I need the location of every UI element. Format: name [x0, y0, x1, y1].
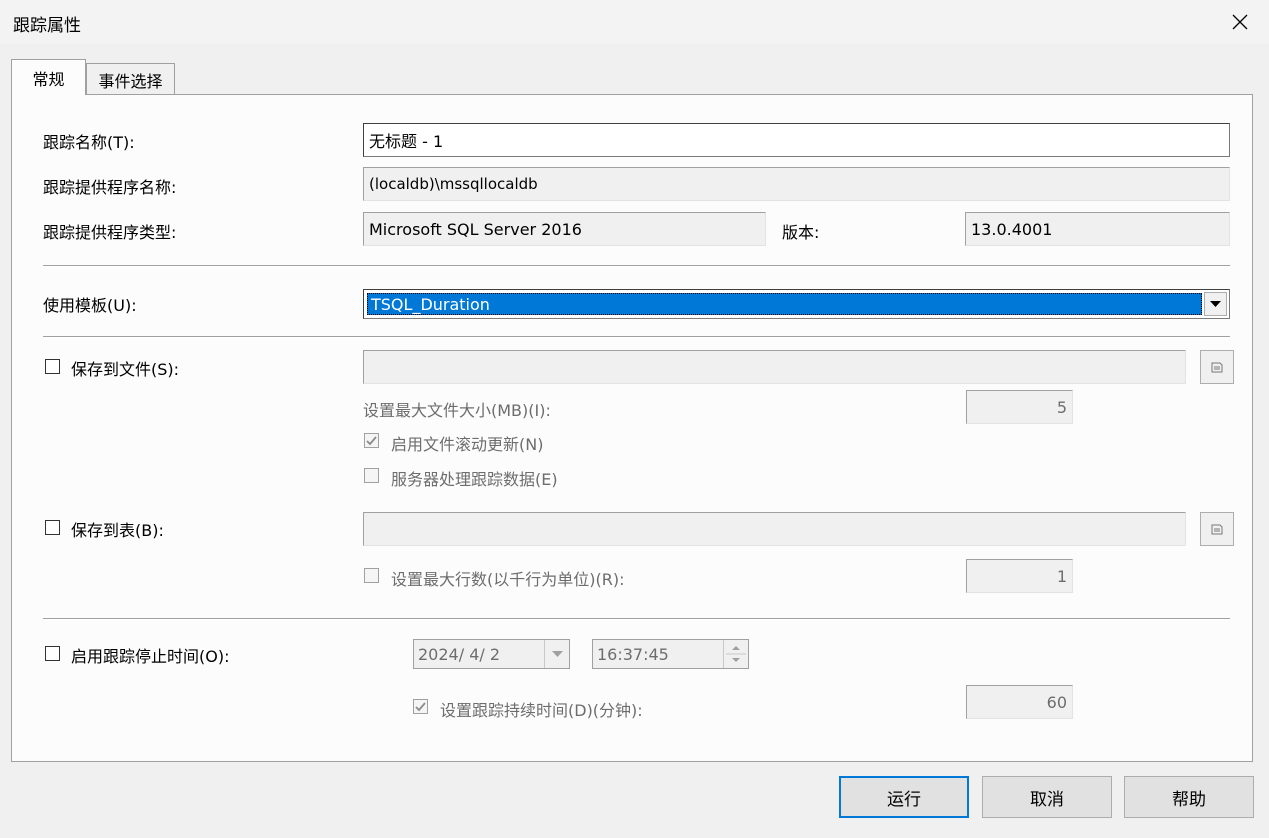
- file-rollover-label: 启用文件滚动更新(N): [391, 435, 544, 454]
- tab-general-label: 常规: [32, 69, 65, 89]
- stop-date-picker[interactable]: 2024/ 4/ 2: [413, 639, 570, 669]
- browse-table-button[interactable]: [1200, 512, 1234, 546]
- stop-time-checkbox[interactable]: [45, 646, 60, 661]
- close-icon: [1232, 14, 1248, 30]
- close-button[interactable]: [1222, 6, 1258, 38]
- save-to-file-checkbox[interactable]: [45, 359, 60, 374]
- title-bar: [0, 0, 1269, 44]
- tab-general[interactable]: 常规: [11, 59, 86, 95]
- provider-name-field: (localdb)\mssqllocaldb: [363, 167, 1230, 201]
- template-selected-value: TSQL_Duration: [367, 293, 1202, 315]
- version-field: 13.0.4001: [965, 212, 1230, 246]
- chevron-down-icon: [1210, 300, 1221, 307]
- check-icon: [366, 435, 377, 445]
- server-process-label: 服务器处理跟踪数据(E): [391, 470, 558, 489]
- server-process-checkbox[interactable]: [364, 468, 379, 483]
- tab-event-selection-label: 事件选择: [98, 71, 163, 91]
- max-rows-input[interactable]: 1: [966, 559, 1073, 593]
- tab-join: [12, 93, 85, 96]
- template-label: 使用模板(U):: [43, 296, 137, 315]
- provider-type-label: 跟踪提供程序类型:: [43, 223, 177, 242]
- save-to-table-checkbox[interactable]: [45, 520, 60, 535]
- stop-time-label: 启用跟踪停止时间(O):: [71, 647, 230, 666]
- version-label: 版本:: [782, 223, 820, 242]
- save-table-field[interactable]: [363, 512, 1186, 546]
- template-select[interactable]: TSQL_Duration: [363, 289, 1230, 319]
- save-to-file-label: 保存到文件(S):: [71, 360, 180, 379]
- check-icon: [415, 701, 426, 711]
- tab-event-selection[interactable]: 事件选择: [86, 63, 175, 95]
- duration-checkbox[interactable]: [413, 699, 428, 714]
- help-button[interactable]: 帮助: [1124, 776, 1254, 818]
- save-file-path-field[interactable]: [363, 350, 1186, 384]
- browse-file-button[interactable]: [1200, 350, 1234, 384]
- duration-label: 设置跟踪持续时间(D)(分钟):: [440, 701, 643, 720]
- browse-icon: [1211, 362, 1223, 373]
- provider-name-label: 跟踪提供程序名称:: [43, 178, 177, 197]
- run-button[interactable]: 运行: [839, 776, 969, 818]
- separator: [43, 265, 1230, 267]
- spin-up-down-icon: [726, 646, 746, 662]
- trace-name-label: 跟踪名称(T):: [43, 133, 135, 152]
- chevron-down-icon: [551, 650, 563, 657]
- provider-type-field: Microsoft SQL Server 2016: [363, 212, 766, 246]
- window-title: 跟踪属性: [13, 16, 81, 36]
- separator: [43, 618, 1230, 620]
- separator: [43, 336, 1230, 338]
- browse-icon: [1211, 524, 1223, 535]
- max-file-size-label: 设置最大文件大小(MB)(I):: [363, 401, 551, 420]
- stop-time-picker[interactable]: 16:37:45: [592, 639, 749, 669]
- cancel-button[interactable]: 取消: [982, 776, 1112, 818]
- max-rows-checkbox[interactable]: [364, 568, 379, 583]
- save-to-table-label: 保存到表(B):: [71, 521, 164, 540]
- stop-time-value: 16:37:45: [597, 644, 669, 664]
- template-dropdown-button[interactable]: [1204, 292, 1227, 316]
- max-rows-label: 设置最大行数(以千行为单位)(R):: [391, 570, 625, 589]
- duration-input[interactable]: 60: [966, 685, 1073, 719]
- max-file-size-input[interactable]: 5: [966, 390, 1073, 424]
- date-dropdown-button[interactable]: [544, 640, 569, 668]
- time-spinner[interactable]: [723, 640, 748, 668]
- file-rollover-checkbox[interactable]: [364, 433, 379, 448]
- trace-name-input[interactable]: 无标题 - 1: [363, 123, 1230, 157]
- stop-date-value: 2024/ 4/ 2: [418, 644, 501, 664]
